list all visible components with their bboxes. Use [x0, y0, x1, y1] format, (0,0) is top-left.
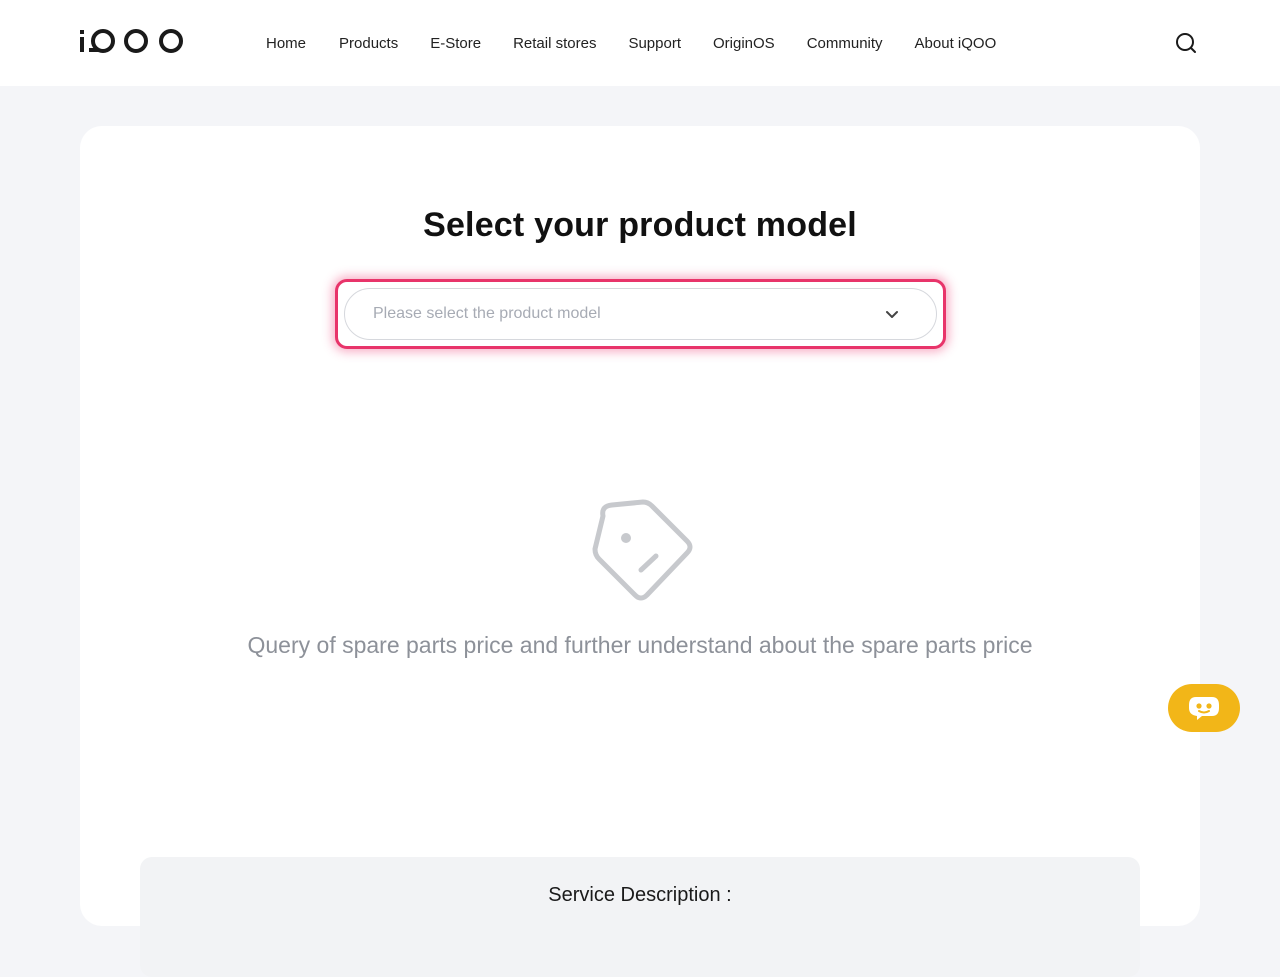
chat-button[interactable]: [1168, 684, 1240, 732]
service-description-panel: Service Description :: [140, 857, 1140, 977]
chatbot-icon: [1189, 697, 1219, 720]
iqoo-logo[interactable]: [79, 26, 185, 56]
site-header: Home Products E-Store Retail stores Supp…: [0, 0, 1280, 86]
nav-retail-stores[interactable]: Retail stores: [513, 34, 596, 54]
chevron-down-icon: [886, 311, 898, 318]
nav-e-store[interactable]: E-Store: [430, 34, 481, 54]
main-card: Select your product model Please select …: [80, 126, 1200, 977]
main-nav: Home Products E-Store Retail stores Supp…: [266, 34, 996, 54]
select-placeholder: Please select the product model: [373, 305, 601, 322]
empty-state-text: Query of spare parts price and further u…: [247, 632, 1033, 658]
price-tag-icon: [592, 499, 693, 601]
nav-products[interactable]: Products: [339, 34, 398, 54]
product-model-select-highlight: Please select the product model: [335, 279, 946, 349]
search-icon[interactable]: [1174, 31, 1198, 55]
nav-about-iqoo[interactable]: About iQOO: [915, 34, 997, 54]
nav-support[interactable]: Support: [628, 34, 681, 54]
nav-originos[interactable]: OriginOS: [713, 34, 775, 54]
page-title: Select your product model: [423, 206, 857, 244]
nav-home[interactable]: Home: [266, 34, 306, 54]
service-description-title: Service Description :: [548, 884, 732, 906]
product-model-select[interactable]: Please select the product model: [344, 288, 937, 340]
nav-community[interactable]: Community: [807, 34, 883, 54]
